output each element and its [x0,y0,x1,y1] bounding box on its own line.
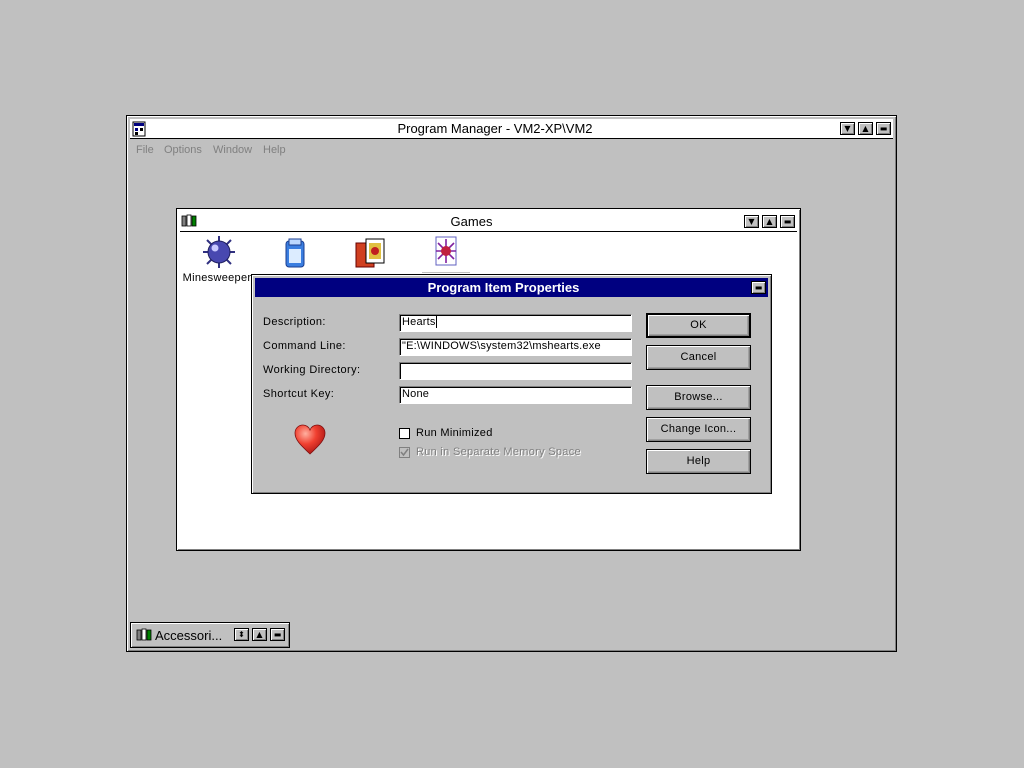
minesweeper-item[interactable]: Minesweeper [182,235,252,299]
help-button[interactable]: Help [646,449,751,474]
menu-window[interactable]: Window [213,144,252,156]
description-value: Hearts [402,316,436,328]
run-minimized-checkbox[interactable]: Run Minimized [399,427,599,441]
minimize-button[interactable]: ▲ [858,122,873,135]
solitaire-item[interactable] [352,235,388,271]
working-directory-label: Working Directory: [263,364,361,376]
separate-memory-box [399,447,410,458]
description-field[interactable]: Hearts [399,314,632,332]
shortcut-key-value: None [402,388,430,400]
separate-memory-label: Run in Separate Memory Space [416,446,581,458]
games-title-bar[interactable]: Games ▼ ▲ ▬ [180,212,797,231]
program-item-properties-dialog: Program Item Properties ▬ Description: C… [251,274,772,494]
change-icon-button[interactable]: Change Icon... [646,417,751,442]
title-divider [180,231,797,232]
accessories-menu-button[interactable]: ▬ [270,628,285,641]
menu-file[interactable]: File [136,144,154,156]
program-manager-title-bar[interactable]: Program Manager - VM2-XP\VM2 ▼ ▲ ▬ [130,119,893,139]
minesweeper-icon [202,235,236,269]
minesweeper-label: Minesweeper [182,272,252,284]
menu-help[interactable]: Help [263,144,286,156]
command-line-value: "E:\WINDOWS\system32\mshearts.exe [402,340,601,352]
spider-solitaire-icon [430,235,462,267]
browse-button[interactable]: Browse... [646,385,751,410]
accessories-minimized-group[interactable]: Accessori... ⬍ ▲ ▬ [130,622,290,648]
games-minimize-button[interactable]: ▲ [762,215,777,228]
accessories-restore-button[interactable]: ⬍ [234,628,249,641]
cancel-button[interactable]: Cancel [646,345,751,370]
freecell-icon [279,237,311,269]
command-line-label: Command Line: [263,340,346,352]
shortcut-key-label: Shortcut Key: [263,388,335,400]
games-title: Games [450,214,493,229]
run-minimized-box[interactable] [399,428,410,439]
working-directory-field[interactable] [399,362,632,380]
accessories-group-icon [136,628,152,642]
text-cursor [435,316,437,329]
spider-solitaire-item[interactable] [422,233,470,273]
command-line-field[interactable]: "E:\WINDOWS\system32\mshearts.exe [399,338,632,356]
description-label: Description: [263,316,326,328]
accessories-maximize-button[interactable]: ▲ [252,628,267,641]
ok-button[interactable]: OK [646,313,751,338]
dialog-title: Program Item Properties [427,280,580,295]
arrange-button[interactable]: ▼ [840,122,855,135]
freecell-item[interactable] [277,235,313,271]
menu-bar: File Options Window Help [130,140,893,160]
dialog-control-menu-button[interactable]: ▬ [751,281,766,294]
accessories-title: Accessori... [155,628,223,643]
games-arrange-button[interactable]: ▼ [744,215,759,228]
solitaire-icon [354,237,386,269]
heart-icon [293,423,327,457]
program-manager-title: Program Manager - VM2-XP\VM2 [397,121,593,136]
menu-options[interactable]: Options [164,144,202,156]
run-minimized-label: Run Minimized [416,427,493,439]
dialog-title-bar[interactable]: Program Item Properties ▬ [255,278,768,297]
games-restore-button[interactable]: ▬ [780,215,795,228]
shortcut-key-field[interactable]: None [399,386,632,404]
restore-button[interactable]: ▬ [876,122,891,135]
separate-memory-checkbox: Run in Separate Memory Space [399,446,619,460]
